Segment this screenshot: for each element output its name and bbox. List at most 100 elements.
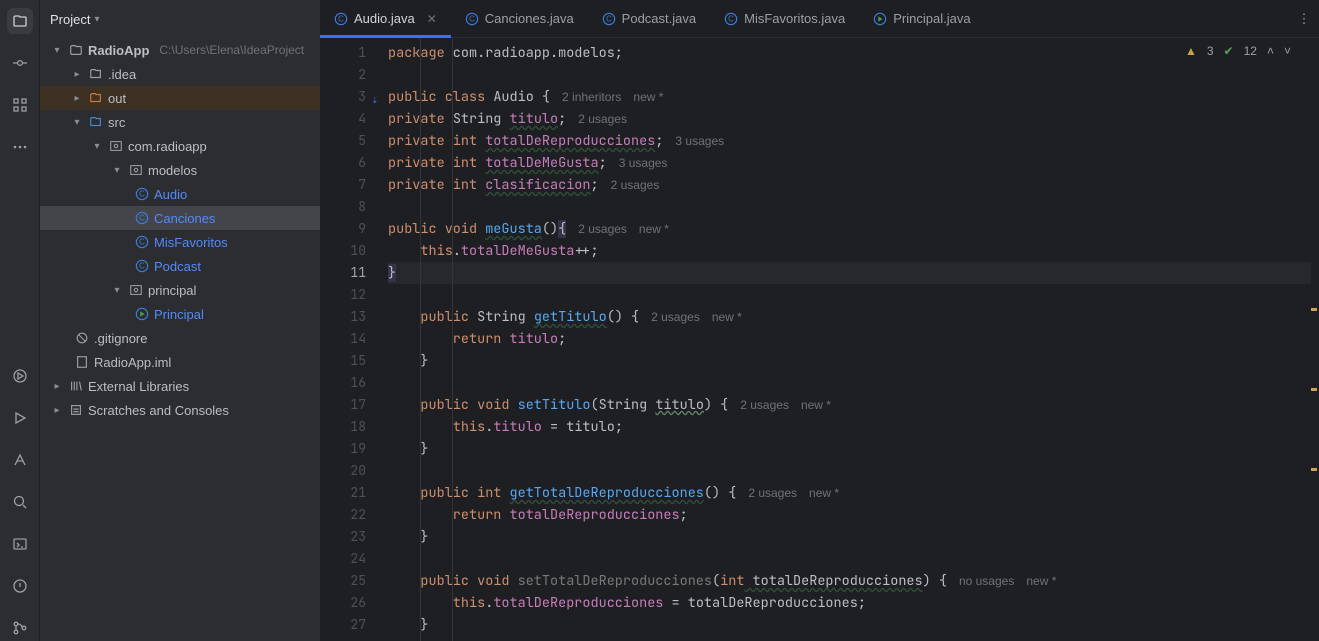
line-number: 25 <box>320 570 366 592</box>
class-icon: C <box>334 12 348 26</box>
tree-project-root[interactable]: ▾ RadioApp C:\Users\Elena\IdeaProject <box>40 38 320 62</box>
services-tool-icon[interactable] <box>7 363 33 389</box>
tree-class-podcast[interactable]: C Podcast <box>40 254 320 278</box>
folder-icon <box>68 42 84 58</box>
class-icon: C <box>134 234 150 250</box>
tab-misfavoritos[interactable]: C MisFavoritos.java <box>710 0 859 37</box>
tree-label: Podcast <box>154 259 201 274</box>
class-icon: C <box>724 12 738 26</box>
activity-bar <box>0 0 40 641</box>
marker-strip[interactable] <box>1307 38 1319 641</box>
folder-icon <box>88 90 104 106</box>
line-number: 10 <box>320 240 366 262</box>
more-tool-icon[interactable] <box>7 134 33 160</box>
line-number: 23 <box>320 526 366 548</box>
tree-label: modelos <box>148 163 197 178</box>
vcs-tool-icon[interactable] <box>7 615 33 641</box>
project-panel-header[interactable]: Project ▾ <box>40 0 320 38</box>
file-icon <box>74 354 90 370</box>
line-number: 17 <box>320 394 366 416</box>
project-tool-icon[interactable] <box>7 8 33 34</box>
gutter: 1 2 3⇣ 4 5 6 7 8 9 10 11 12 13 14 15 16 … <box>320 38 380 641</box>
tab-audio[interactable]: C Audio.java ✕ <box>320 0 451 37</box>
tree-package[interactable]: ▾ com.radioapp <box>40 134 320 158</box>
ignore-icon <box>74 330 90 346</box>
close-icon[interactable]: ✕ <box>427 12 437 26</box>
class-run-icon <box>873 12 887 26</box>
line-number: 2 <box>320 64 366 86</box>
tree-label: com.radioapp <box>128 139 207 154</box>
tree-label: Principal <box>154 307 204 322</box>
line-number: 22 <box>320 504 366 526</box>
tree-label: External Libraries <box>88 379 189 394</box>
tree-label: RadioApp <box>88 43 149 58</box>
tabs-more-icon[interactable]: ⋮ <box>1289 0 1319 37</box>
implement-icon[interactable]: ⇣ <box>371 89 378 111</box>
tree-label: Canciones <box>154 211 215 226</box>
tree-iml[interactable]: RadioApp.iml <box>40 350 320 374</box>
tree-label: out <box>108 91 126 106</box>
tree-package[interactable]: ▾ modelos <box>40 158 320 182</box>
line-number: 5 <box>320 130 366 152</box>
line-number: 26 <box>320 592 366 614</box>
tree-idea-folder[interactable]: ▸ .idea <box>40 62 320 86</box>
tree-class-principal[interactable]: Principal <box>40 302 320 326</box>
class-icon: C <box>465 12 479 26</box>
tab-label: Principal.java <box>893 11 970 26</box>
class-icon: C <box>134 210 150 226</box>
folder-icon <box>88 114 104 130</box>
tree-gitignore[interactable]: .gitignore <box>40 326 320 350</box>
tree-label: src <box>108 115 125 130</box>
code-content[interactable]: package com.radioapp.modelos; public cla… <box>380 38 1319 641</box>
class-icon: C <box>134 258 150 274</box>
project-panel: Project ▾ ▾ RadioApp C:\Users\Elena\Idea… <box>40 0 320 641</box>
tree-label: principal <box>148 283 196 298</box>
editor-tabs: C Audio.java ✕ C Canciones.java C Podcas… <box>320 0 1319 38</box>
library-icon <box>68 378 84 394</box>
terminal-tool-icon[interactable] <box>7 531 33 557</box>
structure-tool-icon[interactable] <box>7 92 33 118</box>
svg-text:C: C <box>469 14 475 23</box>
tree-src-folder[interactable]: ▾ src <box>40 110 320 134</box>
tree-class-audio[interactable]: C Audio <box>40 182 320 206</box>
line-number: 16 <box>320 372 366 394</box>
line-number: 21 <box>320 482 366 504</box>
build-tool-icon[interactable] <box>7 447 33 473</box>
class-run-icon <box>134 306 150 322</box>
svg-text:C: C <box>728 14 734 23</box>
tab-principal[interactable]: Principal.java <box>859 0 984 37</box>
package-icon <box>108 138 124 154</box>
editor-area: C Audio.java ✕ C Canciones.java C Podcas… <box>320 0 1319 641</box>
tree-path: C:\Users\Elena\IdeaProject <box>159 43 304 57</box>
code-editor[interactable]: 1 2 3⇣ 4 5 6 7 8 9 10 11 12 13 14 15 16 … <box>320 38 1319 641</box>
tree-label: .idea <box>108 67 136 82</box>
problems-tool-icon[interactable] <box>7 573 33 599</box>
svg-text:C: C <box>139 238 145 247</box>
line-number: 4 <box>320 108 366 130</box>
tree-package[interactable]: ▾ principal <box>40 278 320 302</box>
project-panel-title: Project <box>50 12 90 27</box>
search-tool-icon[interactable] <box>7 489 33 515</box>
tree-out-folder[interactable]: ▸ out <box>40 86 320 110</box>
tab-canciones[interactable]: C Canciones.java <box>451 0 588 37</box>
tab-podcast[interactable]: C Podcast.java <box>588 0 710 37</box>
commit-tool-icon[interactable] <box>7 50 33 76</box>
line-number: 7 <box>320 174 366 196</box>
run-tool-icon[interactable] <box>7 405 33 431</box>
line-number: 20 <box>320 460 366 482</box>
line-number: 9 <box>320 218 366 240</box>
svg-text:C: C <box>338 14 344 23</box>
line-number: 11 <box>320 262 366 284</box>
tree-label: .gitignore <box>94 331 147 346</box>
line-number: 14 <box>320 328 366 350</box>
tree-label: Audio <box>154 187 187 202</box>
tree-class-misfavoritos[interactable]: C MisFavoritos <box>40 230 320 254</box>
line-number: 18 <box>320 416 366 438</box>
tree-label: RadioApp.iml <box>94 355 171 370</box>
package-icon <box>128 282 144 298</box>
tree-scratches[interactable]: ▸ Scratches and Consoles <box>40 398 320 422</box>
tree-class-canciones[interactable]: C Canciones <box>40 206 320 230</box>
line-number: 13 <box>320 306 366 328</box>
tree-external-libs[interactable]: ▸ External Libraries <box>40 374 320 398</box>
svg-text:C: C <box>139 190 145 199</box>
